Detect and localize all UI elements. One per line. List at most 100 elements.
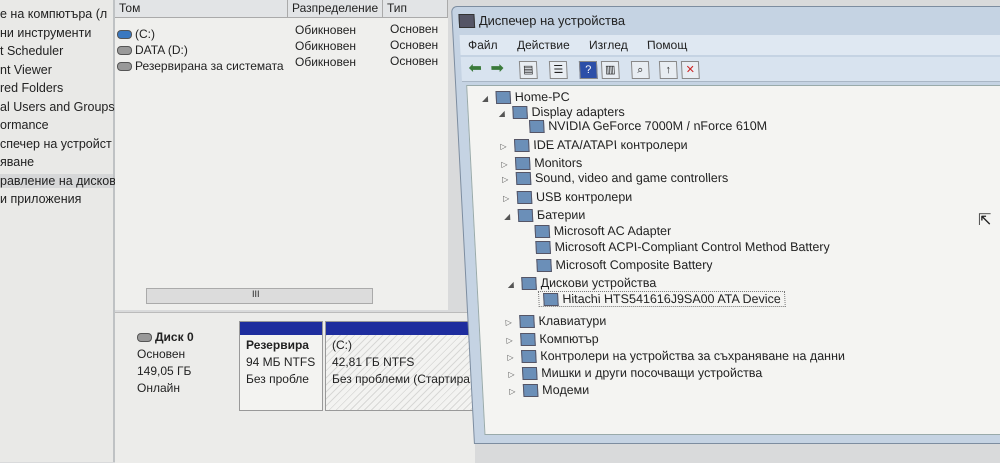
tree-node[interactable]: Клавиатури — [519, 314, 607, 329]
nav-item[interactable]: t Scheduler — [0, 44, 63, 58]
expand-arrow-icon[interactable]: ▷ — [505, 318, 512, 327]
volume-layout: Обикновен — [295, 55, 357, 69]
volume-icon — [117, 30, 132, 40]
nav-item[interactable]: и приложения — [0, 192, 81, 206]
expand-arrow-icon[interactable]: ▷ — [509, 387, 516, 396]
tree-node-label: Microsoft ACPI-Compliant Control Method … — [554, 240, 831, 254]
tree-node[interactable]: Microsoft ACPI-Compliant Control Method … — [535, 240, 831, 255]
expand-arrow-icon[interactable]: ▷ — [500, 142, 507, 151]
nav-item[interactable]: равление на дисков — [0, 173, 116, 188]
volume-name: DATA (D:) — [135, 43, 188, 57]
disk-status: Онлайн — [137, 381, 180, 395]
horizontal-scrollbar[interactable]: III — [146, 288, 373, 304]
tree-node-label: USB контролери — [535, 190, 633, 204]
console-tree: е на компютъра (л ни инструменти t Schedul… — [0, 0, 116, 462]
menu-help[interactable]: Помощ — [647, 38, 688, 52]
tree-node[interactable]: Display adapters — [512, 105, 625, 120]
device-icon — [512, 106, 528, 120]
back-icon[interactable]: ⬅ — [467, 60, 484, 77]
tree-node[interactable]: IDE ATA/ATAPI контролери — [513, 138, 688, 153]
nav-item[interactable]: ormance — [0, 118, 49, 132]
column-header-volume[interactable]: Том — [115, 0, 288, 18]
tree-node-label: Компютър — [539, 332, 600, 346]
nav-item[interactable]: red Folders — [0, 81, 63, 95]
device-icon — [520, 333, 536, 347]
tree-node-label: Microsoft AC Adapter — [553, 224, 672, 238]
column-header-type[interactable]: Тип — [383, 0, 448, 18]
window-title: Диспечер на устройства — [478, 13, 626, 28]
expand-arrow-icon[interactable]: ▷ — [502, 175, 509, 184]
expand-arrow-icon[interactable]: ▷ — [503, 194, 510, 203]
tree-node[interactable]: Microsoft Composite Battery — [536, 258, 713, 273]
menu-view[interactable]: Изглед — [589, 38, 628, 52]
expand-arrow-icon[interactable]: ▷ — [506, 336, 513, 345]
tree-node[interactable]: NVIDIA GeForce 7000M / nForce 610M — [528, 119, 768, 134]
menu-action[interactable]: Действие — [517, 38, 570, 52]
scan-hardware-icon[interactable]: ⌕ — [630, 61, 650, 79]
tree-node-label: Мишки и други посочващи устройства — [540, 366, 763, 380]
partition-size: 42,81 ГБ NTFS — [332, 355, 415, 369]
collapse-arrow-icon[interactable]: ◢ — [504, 212, 511, 221]
menu-bar: Файл Действие Изглед Помощ — [459, 35, 1000, 55]
tree-node[interactable]: Home-PC — [495, 90, 571, 105]
tree-node[interactable]: Батерии — [517, 208, 586, 223]
tree-node[interactable]: USB контролери — [516, 190, 633, 205]
tree-node[interactable]: Hitachi HTS541616J9SA00 ATA Device — [537, 291, 787, 308]
update-driver-icon[interactable]: ↑ — [658, 61, 678, 79]
console-tree-icon[interactable]: ▤ — [518, 61, 538, 79]
device-icon — [536, 259, 552, 273]
nav-item[interactable]: яване — [0, 155, 34, 169]
device-icon — [521, 350, 537, 364]
tree-node[interactable]: Monitors — [514, 156, 583, 171]
disk-info[interactable]: Диск 0 Основен 149,05 ГБ Онлайн — [137, 329, 194, 397]
tree-node-label: Батерии — [536, 208, 586, 222]
scroll-grip[interactable]: III — [252, 289, 260, 299]
tree-node[interactable]: Модеми — [522, 383, 590, 398]
nav-item[interactable]: nt Viewer — [0, 63, 52, 77]
volume-name: (C:) — [135, 27, 155, 41]
nav-item[interactable]: е на компютъра (л — [0, 7, 107, 21]
nav-item[interactable]: ни инструменти — [0, 26, 91, 40]
uninstall-icon[interactable]: ✕ — [680, 61, 700, 79]
tree-node[interactable]: Контролери на устройства за съхраняване … — [521, 349, 845, 364]
device-icon — [543, 293, 559, 307]
tree-node[interactable]: Sound, video and game controllers — [515, 171, 729, 186]
expand-arrow-icon[interactable]: ▷ — [501, 160, 508, 169]
tree-node[interactable]: Дискови устройства — [521, 276, 657, 291]
tree-node[interactable]: Компютър — [520, 332, 600, 347]
tree-node-label: IDE ATA/ATAPI контролери — [532, 138, 688, 152]
device-icon — [535, 241, 552, 255]
expand-arrow-icon[interactable]: ▷ — [508, 370, 515, 379]
tree-node-label: Hitachi HTS541616J9SA00 ATA Device — [561, 292, 782, 306]
volume-icon — [117, 62, 132, 72]
partition-size: 94 МБ NTFS — [246, 355, 316, 369]
volume-name: Резервирана за системата — [135, 59, 284, 73]
collapse-arrow-icon[interactable]: ◢ — [482, 94, 489, 103]
disk-map: Диск 0 Основен 149,05 ГБ Онлайн Резервир… — [115, 312, 477, 463]
toolbar: ⬅ ➡ ▤ ☰ ? ▥ ⌕ ↑ ✕ — [460, 57, 1000, 82]
tree-node[interactable]: Microsoft AC Adapter — [534, 224, 672, 239]
forward-icon[interactable]: ➡ — [489, 60, 506, 77]
help-icon[interactable]: ? — [578, 61, 598, 79]
device-icon — [513, 139, 530, 153]
nav-item[interactable]: al Users and Groups — [0, 100, 115, 114]
device-icon — [495, 91, 512, 105]
collapse-arrow-icon[interactable]: ◢ — [498, 109, 505, 118]
nav-item[interactable]: спечер на устройст — [0, 137, 112, 151]
partition-c[interactable]: (C:) 42,81 ГБ NTFS Без проблеми (Стартира — [325, 321, 477, 411]
menu-file[interactable]: Файл — [468, 38, 498, 52]
device-manager-window: Диспечер на устройства Файл Действие Изг… — [451, 6, 1000, 444]
expand-arrow-icon[interactable]: ▷ — [507, 353, 514, 362]
device-icon — [528, 120, 545, 134]
tree-node-label: Home-PC — [514, 90, 571, 104]
device-icon — [515, 172, 532, 186]
column-header-layout[interactable]: Разпределение — [288, 0, 383, 18]
device-icon — [516, 191, 533, 205]
collapse-arrow-icon[interactable]: ◢ — [507, 280, 514, 289]
partition-reserved[interactable]: Резервира 94 МБ NTFS Без пробле — [239, 321, 323, 411]
device-icon — [521, 367, 538, 381]
tree-node[interactable]: Мишки и други посочващи устройства — [521, 366, 763, 381]
volume-icon — [117, 46, 132, 56]
action-pane-icon[interactable]: ▥ — [600, 61, 620, 79]
properties-icon[interactable]: ☰ — [548, 61, 568, 79]
